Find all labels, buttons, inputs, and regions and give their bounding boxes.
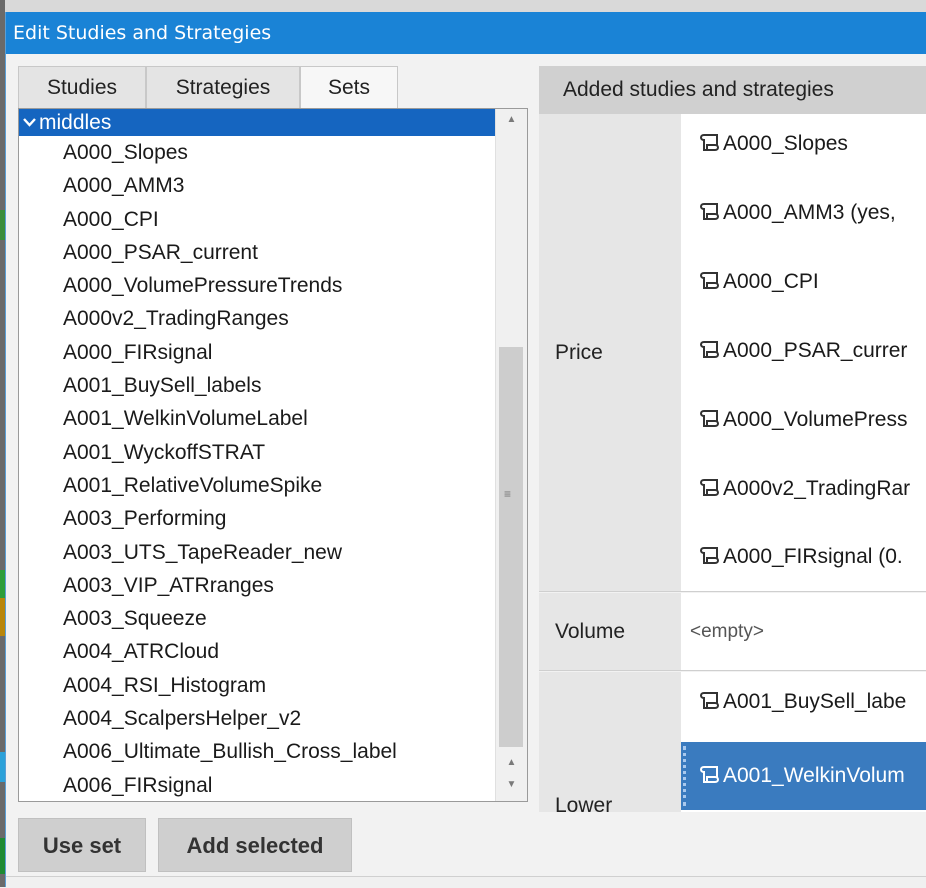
added-entry[interactable]: A000_VolumePress [697,404,907,436]
added-entry-label: A000_FIRsignal (0. [723,545,903,568]
added-entry-label: A000_VolumePress [723,408,908,431]
added-studies-header: Added studies and strategies [539,66,926,114]
added-entry[interactable]: A000_AMM3 (yes, [697,197,896,229]
script-icon [700,341,719,358]
window-title: Edit Studies and Strategies [6,12,926,54]
category-volume: Volume <empty> [539,593,926,671]
group-row-middles[interactable]: middles [19,109,495,136]
added-entry-label: A000_PSAR_currer [723,339,908,362]
script-icon [700,479,719,496]
script-icon [700,203,719,220]
dialog-footer [6,876,926,888]
added-entry-selected[interactable]: A001_WelkinVolum [681,742,926,810]
list-item[interactable]: A006_Ultimate_Bullish_Cross_label [19,735,495,768]
list-item[interactable]: A004_RSI_Histogram [19,669,495,702]
list-item[interactable]: A004_ATRCloud [19,635,495,668]
added-entry[interactable]: A000v2_TradingRar [697,473,910,505]
tab-sets[interactable]: Sets [300,66,398,108]
chevron-down-icon [23,109,39,136]
category-label-price: Price [539,114,681,591]
button-row: Use set Add selected [18,818,352,872]
left-panel: Studies Strategies Sets middles A000_Slo… [18,54,529,872]
list-item[interactable]: A006_FIRsignal [19,769,495,801]
list-item[interactable]: A001_BuySell_labels [19,369,495,402]
category-lower: Lower A001_BuySell_labe A001_WelkinVolum [539,672,926,812]
list-item[interactable]: A003_UTS_TapeReader_new [19,536,495,569]
added-entry-label: A000_CPI [723,270,819,293]
category-content-price: A000_Slopes A000_AMM3 (yes, A000_CPI A00… [681,114,926,591]
added-entry-label: A000_AMM3 (yes, [723,201,896,224]
scroll-down-arrow-icon[interactable]: ▼ [496,774,527,796]
sets-list: middles A000_Slopes A000_AMM3 A000_CPI A… [18,108,528,802]
use-set-button[interactable]: Use set [18,818,146,872]
script-icon [700,547,719,564]
list-item[interactable]: A000_CPI [19,203,495,236]
category-content-lower: A001_BuySell_labe A001_WelkinVolum [681,672,926,812]
added-entry-label: A000v2_TradingRar [723,477,911,500]
scrollbar-thumb[interactable] [499,347,523,747]
list-scrollbar[interactable]: ▲ ≡ ▲ ▼ [495,109,527,801]
scroll-up-arrow-icon-lower[interactable]: ▲ [496,752,527,774]
add-selected-button[interactable]: Add selected [158,818,352,872]
added-entry-label: A001_BuySell_labe [723,690,907,713]
list-item[interactable]: A000_VolumePressureTrends [19,269,495,302]
added-entry-label: A001_WelkinVolum [723,764,905,787]
added-entry[interactable]: A000_CPI [697,266,819,298]
added-studies-panel: Added studies and strategies Price A000_… [539,66,926,812]
added-entry[interactable]: A001_WelkinVolum [697,760,905,792]
list-item[interactable]: A001_WelkinVolumeLabel [19,402,495,435]
list-item[interactable]: A000v2_TradingRanges [19,302,495,335]
list-item[interactable]: A001_RelativeVolumeSpike [19,469,495,502]
added-entry[interactable]: A000_PSAR_currer [697,335,907,367]
added-entry[interactable]: A000_Slopes [697,128,848,160]
category-price: Price A000_Slopes A000_AMM3 (yes, A000_C… [539,114,926,592]
list-item[interactable]: A000_Slopes [19,136,495,169]
list-item[interactable]: A000_AMM3 [19,169,495,202]
tab-bar: Studies Strategies Sets [18,66,398,108]
drag-handle[interactable] [683,746,690,806]
list-item[interactable]: A003_VIP_ATRranges [19,569,495,602]
script-icon [700,766,719,783]
category-label-volume: Volume [539,593,681,670]
edit-studies-dialog: Edit Studies and Strategies Studies Stra… [5,12,926,888]
script-icon [700,410,719,427]
added-entry[interactable]: A001_BuySell_labe [697,686,906,718]
added-entry-label: A000_Slopes [723,132,848,155]
sets-list-rows: middles A000_Slopes A000_AMM3 A000_CPI A… [19,109,495,801]
list-item[interactable]: A003_Squeeze [19,602,495,635]
script-icon [700,134,719,151]
added-entry[interactable]: A000_FIRsignal (0. [697,541,903,573]
group-label: middles [39,111,112,134]
tab-strategies[interactable]: Strategies [146,66,300,108]
list-item[interactable]: A004_ScalpersHelper_v2 [19,702,495,735]
category-label-lower: Lower [539,672,681,812]
list-item[interactable]: A003_Performing [19,502,495,535]
list-item[interactable]: A001_WyckoffSTRAT [19,436,495,469]
script-icon [700,692,719,709]
tab-studies[interactable]: Studies [18,66,146,108]
grip-icon: ≡ [504,487,512,501]
scroll-up-arrow-icon[interactable]: ▲ [496,109,527,131]
desktop-background [0,0,926,12]
list-item[interactable]: A000_FIRsignal [19,336,495,369]
category-content-volume: <empty> [681,593,926,670]
list-item[interactable]: A000_PSAR_current [19,236,495,269]
empty-placeholder: <empty> [690,621,764,642]
script-icon [700,272,719,289]
